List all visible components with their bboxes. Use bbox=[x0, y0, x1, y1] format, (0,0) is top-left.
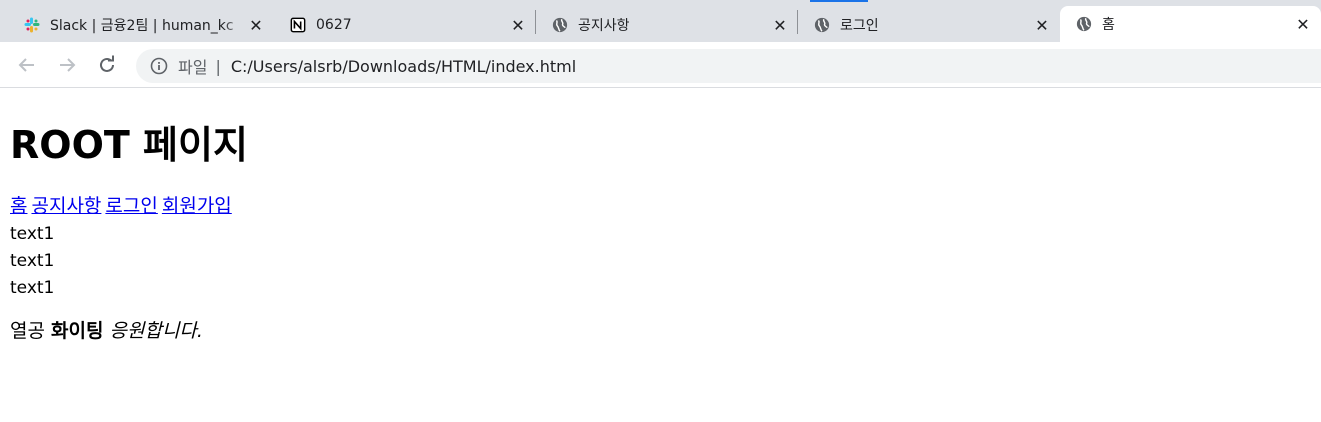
tab-title: 0627 bbox=[316, 17, 352, 33]
url-scheme-label: 파일 bbox=[178, 58, 208, 77]
tab-notice[interactable]: 공지사항 ✕ bbox=[536, 0, 798, 42]
close-icon[interactable]: ✕ bbox=[770, 15, 790, 35]
cheer-bold: 화이팅 bbox=[51, 320, 104, 342]
nav-link-home[interactable]: 홈 bbox=[10, 195, 27, 217]
notion-icon bbox=[290, 17, 306, 33]
tab-loading-indicator bbox=[810, 0, 868, 2]
nav-link-login[interactable]: 로그인 bbox=[105, 195, 157, 217]
text-line: text1 bbox=[10, 278, 55, 298]
tab-login[interactable]: 로그인 ✕ bbox=[798, 0, 1060, 42]
close-icon[interactable]: ✕ bbox=[1293, 14, 1313, 34]
forward-button[interactable] bbox=[53, 51, 81, 79]
nav-link-notice[interactable]: 공지사항 bbox=[31, 195, 101, 217]
tab-title: 공지사항 bbox=[578, 18, 630, 34]
url-text[interactable]: C:/Users/alsrb/Downloads/HTML/index.html bbox=[231, 57, 576, 76]
tab-notion[interactable]: 0627 ✕ bbox=[274, 0, 536, 42]
reload-button[interactable] bbox=[93, 51, 121, 79]
cheer-plain: 열공 bbox=[10, 320, 45, 342]
cheer-paragraph: 열공 화이팅 응원합니다. bbox=[10, 316, 1310, 346]
tab-slack[interactable]: Slack | 금융2팀 | human_kc ✕ bbox=[8, 0, 274, 42]
tab-title: 로그인 bbox=[840, 18, 879, 34]
page-content: ROOT 페이지 홈 공지사항 로그인 회원가입 text1 text1 text1 … bbox=[10, 89, 1310, 346]
nav-link-signup[interactable]: 회원가입 bbox=[162, 195, 232, 217]
address-bar[interactable]: 파일 | C:/Users/alsrb/Downloads/HTML/index… bbox=[136, 49, 1321, 83]
tab-title: Slack | 금융2팀 | human_kc bbox=[50, 18, 234, 34]
tab-home[interactable]: 홈 ✕ bbox=[1060, 0, 1321, 42]
back-button[interactable] bbox=[13, 51, 41, 79]
tab-title: 홈 bbox=[1102, 17, 1115, 33]
close-icon[interactable]: ✕ bbox=[508, 15, 528, 35]
arrow-right-icon bbox=[60, 58, 76, 72]
globe-icon bbox=[814, 17, 830, 33]
globe-icon bbox=[552, 17, 568, 33]
cheer-italic: 응원합니다. bbox=[109, 320, 203, 342]
nav-links: 홈 공지사항 로그인 회원가입 bbox=[10, 191, 1310, 221]
page-title: ROOT 페이지 bbox=[10, 123, 248, 167]
arrow-left-icon bbox=[18, 58, 34, 72]
reload-icon bbox=[100, 55, 114, 72]
text-line: text1 bbox=[10, 224, 55, 244]
text-line: text1 bbox=[10, 251, 55, 271]
slack-icon bbox=[24, 17, 40, 33]
close-icon[interactable]: ✕ bbox=[1032, 15, 1052, 35]
close-icon[interactable]: ✕ bbox=[246, 15, 266, 35]
browser-toolbar: 파일 | C:/Users/alsrb/Downloads/HTML/index… bbox=[0, 42, 1321, 88]
tab-strip: Slack | 금융2팀 | human_kc ✕ 0627 ✕ 공지사항 ✕ … bbox=[0, 0, 1321, 42]
globe-icon bbox=[1076, 16, 1092, 32]
info-icon[interactable] bbox=[150, 57, 168, 75]
url-separator: | bbox=[215, 56, 221, 76]
